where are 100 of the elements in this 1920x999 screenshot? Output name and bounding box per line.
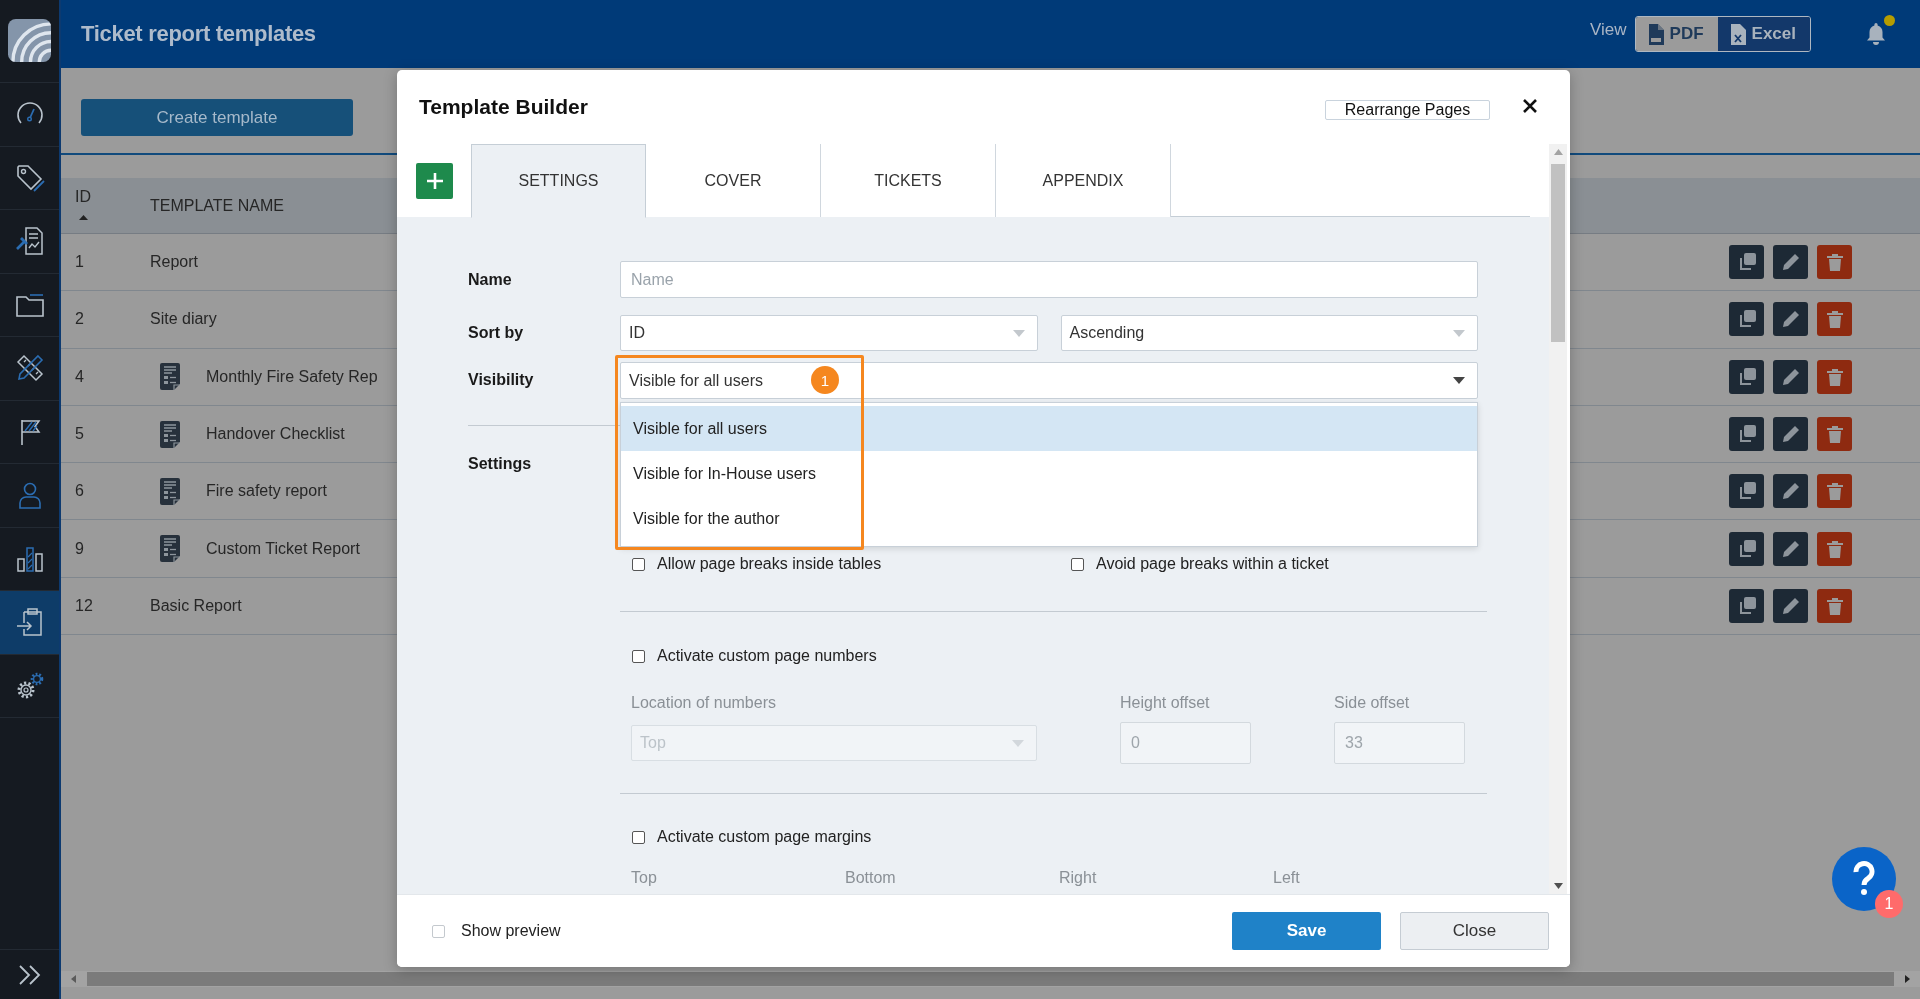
table-cell-text: 5 xyxy=(74,425,85,444)
sidebar-item[interactable] xyxy=(0,591,59,655)
checkbox-label: Activate custom page margins xyxy=(657,828,872,846)
table-cell: Custom Ticket Report xyxy=(206,539,360,558)
caret-icon xyxy=(1453,329,1465,337)
delete-button[interactable] xyxy=(1817,245,1852,280)
scroll-left-icon xyxy=(69,974,79,984)
edit-button[interactable] xyxy=(1773,417,1808,452)
view-label: View xyxy=(1590,20,1627,40)
delete-button[interactable] xyxy=(1817,474,1852,509)
table-cell: Basic Report xyxy=(150,596,242,615)
save-button[interactable]: Save xyxy=(1232,912,1381,950)
tab[interactable]: SETTINGS xyxy=(471,144,646,218)
table-cell-text: 2 xyxy=(74,310,85,329)
table-cell-text: 9 xyxy=(74,539,85,558)
delete-button[interactable] xyxy=(1817,417,1852,452)
scroll-right-icon xyxy=(1902,974,1912,984)
page-title: Ticket report templates xyxy=(81,21,316,47)
table-cell-text: 4 xyxy=(74,367,85,386)
pencil-icon xyxy=(1780,424,1801,445)
field-label: Height offset xyxy=(1120,694,1211,712)
delete-button[interactable] xyxy=(1817,588,1852,623)
edit-button[interactable] xyxy=(1773,588,1808,623)
table-cell: Monthly Fire Safety Rep xyxy=(206,367,378,386)
column-header[interactable]: ID xyxy=(61,178,136,233)
checkbox-label: Allow page breaks inside tables xyxy=(657,555,882,573)
create-template-button[interactable]: Create template xyxy=(81,99,353,136)
scroll-down-icon xyxy=(1553,883,1563,889)
dropdown-option[interactable]: Visible for In-House users xyxy=(621,451,1477,496)
field-label: Location of numbers xyxy=(631,694,777,712)
field-label: Left xyxy=(1273,869,1301,887)
sort-order-select[interactable]: Ascending xyxy=(1060,315,1478,351)
excel-file-icon xyxy=(1729,23,1746,45)
close-dialog-button[interactable]: Close xyxy=(1400,912,1549,950)
copy-button[interactable] xyxy=(1729,588,1764,623)
field-label: Name xyxy=(468,270,513,289)
sort-field-select[interactable]: ID xyxy=(620,315,1038,351)
trash-icon xyxy=(1824,366,1845,387)
checkbox[interactable] xyxy=(632,557,645,571)
edit-button[interactable] xyxy=(1773,359,1808,394)
logo xyxy=(8,19,51,62)
close-icon xyxy=(1522,98,1538,114)
pencil-icon xyxy=(1780,366,1801,387)
edit-button[interactable] xyxy=(1773,245,1808,280)
field-label: Right xyxy=(1059,869,1098,887)
checkbox-label: Activate custom page numbers xyxy=(657,647,877,665)
trash-icon xyxy=(1824,252,1845,273)
name-field[interactable]: Name xyxy=(620,261,1478,298)
table-cell: Site diary xyxy=(150,310,217,329)
table-cell: Fire safety report xyxy=(206,482,327,501)
trash-icon xyxy=(1824,538,1845,559)
horizontal-scrollbar[interactable] xyxy=(61,971,1920,987)
table-cell: Report xyxy=(150,253,199,272)
trash-icon xyxy=(1824,595,1845,616)
tab[interactable]: APPENDIX xyxy=(996,144,1171,217)
table-cell-text: 6 xyxy=(74,482,85,501)
pencil-icon xyxy=(1780,309,1801,330)
rearrange-pages-button[interactable]: Rearrange Pages xyxy=(1325,99,1490,120)
trash-icon xyxy=(1824,481,1845,502)
delete-button[interactable] xyxy=(1817,302,1852,337)
pencil-icon xyxy=(1780,595,1801,616)
copy-button[interactable] xyxy=(1729,359,1764,394)
caret-icon xyxy=(1453,377,1465,384)
bell-icon xyxy=(1865,22,1887,46)
delete-button[interactable] xyxy=(1817,531,1852,566)
pencil-icon xyxy=(1780,538,1801,559)
edit-button[interactable] xyxy=(1773,474,1808,509)
dropdown-option[interactable]: Visible for the author xyxy=(621,496,1477,541)
caret-icon xyxy=(1012,739,1024,747)
tab[interactable]: COVER xyxy=(646,144,821,217)
copy-button[interactable] xyxy=(1729,417,1764,452)
trash-icon xyxy=(1824,309,1845,330)
checkbox[interactable] xyxy=(1071,557,1084,571)
field-label: Bottom xyxy=(845,869,897,887)
copy-button[interactable] xyxy=(1729,302,1764,337)
checkbox[interactable] xyxy=(632,830,645,844)
pdf-file-icon xyxy=(1647,23,1664,45)
column-header[interactable]: TEMPLATE NAME xyxy=(136,178,290,233)
pencil-icon xyxy=(1780,252,1801,273)
copy-button[interactable] xyxy=(1729,474,1764,509)
trash-icon xyxy=(1824,424,1845,445)
edit-button[interactable] xyxy=(1773,302,1808,337)
section-label: Settings xyxy=(468,455,533,473)
add-button[interactable] xyxy=(416,163,453,199)
copy-button[interactable] xyxy=(1729,245,1764,280)
field-label: Side offset xyxy=(1334,694,1411,712)
double-chevron-icon xyxy=(16,963,43,986)
checkbox[interactable] xyxy=(632,649,645,663)
table-cell-text: 12 xyxy=(74,596,94,615)
dropdown-option[interactable]: Visible for all users xyxy=(621,406,1477,451)
tab[interactable]: TICKETS xyxy=(821,144,996,217)
view-option-button[interactable]: Excel xyxy=(1717,17,1810,51)
view-option-button[interactable]: PDF xyxy=(1635,17,1718,51)
edit-button[interactable] xyxy=(1773,531,1808,566)
delete-button[interactable] xyxy=(1817,359,1852,394)
scrollbar-thumb[interactable] xyxy=(1551,164,1565,342)
checkbox-label: Avoid page breaks within a ticket xyxy=(1096,555,1329,573)
vertical-scrollbar[interactable] xyxy=(1549,144,1567,894)
field-label: Visibility xyxy=(468,370,535,389)
copy-button[interactable] xyxy=(1729,531,1764,566)
